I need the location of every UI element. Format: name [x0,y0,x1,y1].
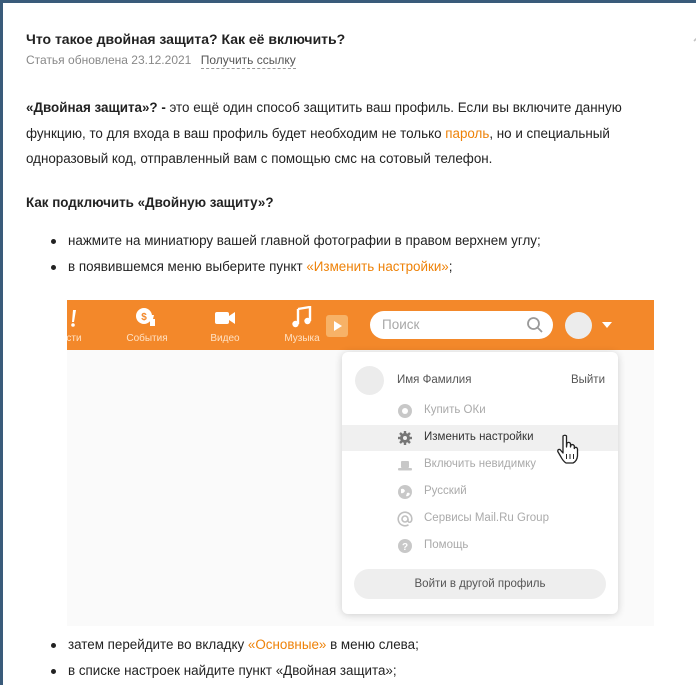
nav-label: Музыка [284,333,320,344]
step-text: в появившемся меню выберите пункт [68,259,307,274]
get-link-button[interactable]: Получить ссылку [200,53,296,69]
profile-dropdown: Имя Фамилия Выйти Купить ОКи Изменить на… [342,352,618,614]
logout-link[interactable]: Выйти [571,374,605,386]
chevron-down-icon[interactable] [602,322,612,328]
nav-item-events: $ События [122,306,172,344]
dropdown-header: Имя Фамилия Выйти [342,366,618,396]
section-heading: Как подключить «Двойную защиту»? [26,195,274,210]
avatar[interactable] [565,312,592,339]
menu-item-mailru-services[interactable]: Сервисы Mail.Ru Group [342,506,618,532]
events-icon: $ [136,308,155,326]
nav-item-video: Видео [203,306,247,344]
nav-label: Видео [210,333,240,344]
article-meta: Статья обновлена 23.12.2021 Получить ссы… [26,53,296,69]
ok-coin-icon [398,404,412,418]
updated-date: Статья обновлена 23.12.2021 [26,53,192,67]
article-title[interactable]: Что такое двойная защита? Как её включит… [26,31,345,47]
menu-item-label: Включить невидимку [424,458,537,470]
step-text: нажмите на миниатюру вашей главной фотог… [68,233,541,248]
music-note-icon [292,306,312,328]
svg-text:?: ? [402,542,408,553]
menu-item-label: Купить ОКи [424,404,486,416]
avatar [355,366,384,395]
list-item: затем перейдите во вкладку «Основные» в … [48,632,668,658]
nav-item-news: сти [67,306,85,344]
change-settings-link[interactable]: «Изменить настройки» [306,259,448,274]
intro-bold: «Двойная защита»? - [26,100,166,115]
menu-item-label: Изменить настройки [424,431,534,443]
video-camera-icon [215,312,235,324]
menu-item-language[interactable]: Русский [342,479,618,505]
svg-text:$: $ [141,312,147,323]
menu-item-label: Помощь [424,539,469,551]
menu-item-label: Русский [424,485,467,497]
nav-item-music: Музыка [280,306,324,344]
search-placeholder: Поиск [382,317,420,332]
step-text: в списке настроек найдите пункт «Двойная… [68,663,397,678]
at-icon [397,511,413,527]
hat-icon [398,461,412,471]
steps-list-bottom: затем перейдите во вкладку «Основные» в … [48,632,668,684]
gear-icon [398,431,412,445]
switch-profile-button[interactable]: Войти в другой профиль [354,569,606,599]
search-input[interactable]: Поиск [370,311,553,339]
user-name[interactable]: Имя Фамилия [397,374,471,386]
hand-cursor-icon [557,434,579,464]
menu-item-label: Сервисы Mail.Ru Group [424,512,549,524]
search-icon [527,317,543,333]
intro-paragraph: «Двойная защита»? - это ещё один способ … [26,95,666,172]
ok-top-bar: сти $ События Видео Музыка Поиск [67,300,654,350]
main-tab-link[interactable]: «Основные» [248,637,326,652]
list-item: в появившемся меню выберите пункт «Измен… [48,254,668,280]
list-item: нажмите на миниатюру вашей главной фотог… [48,228,668,254]
play-icon [326,315,348,337]
globe-icon [398,485,412,499]
help-icon: ? [398,539,412,553]
step-text: ; [448,259,453,274]
steps-list-top: нажмите на миниатюру вашей главной фотог… [48,228,668,280]
list-item: в списке настроек найдите пункт «Двойная… [48,658,668,684]
password-link[interactable]: пароль [445,126,489,141]
step-text: затем перейдите во вкладку [68,637,248,652]
nav-label: сти [67,333,82,344]
nav-label: События [126,333,168,344]
menu-item-help[interactable]: ? Помощь [342,533,618,559]
chevron-up-icon[interactable] [692,30,696,44]
step-text: в меню слева; [326,637,419,652]
news-icon [71,310,76,327]
menu-item-buy-ok[interactable]: Купить ОКи [342,398,618,424]
